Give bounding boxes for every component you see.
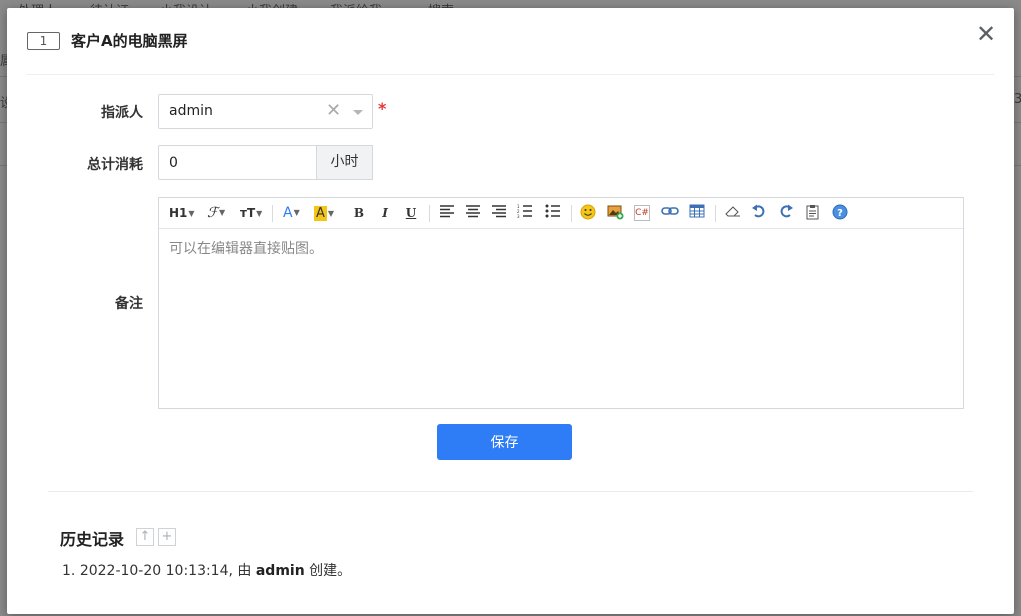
font-family-icon[interactable]: ℱ▼ bbox=[207, 204, 225, 222]
required-mark: * bbox=[378, 99, 387, 118]
table-icon[interactable] bbox=[689, 204, 705, 222]
emoji-icon[interactable] bbox=[580, 204, 596, 222]
chevron-down-icon[interactable] bbox=[353, 110, 363, 115]
history-title: 历史记录 bbox=[60, 530, 125, 549]
svg-text:3: 3 bbox=[517, 214, 520, 218]
plus-icon[interactable]: + bbox=[158, 528, 176, 546]
bold-icon[interactable]: B bbox=[351, 204, 367, 222]
unordered-list-icon[interactable] bbox=[545, 204, 561, 222]
id-badge: 1 bbox=[27, 32, 60, 50]
editor-placeholder[interactable]: 可以在编辑器直接贴图。 bbox=[169, 238, 323, 258]
assignee-value: admin bbox=[169, 103, 213, 119]
assignee-label: 指派人 bbox=[101, 105, 143, 121]
save-button[interactable]: 保存 bbox=[437, 424, 572, 460]
consumed-label: 总计消耗 bbox=[87, 157, 143, 173]
highlight-icon[interactable]: A ▼ bbox=[314, 204, 334, 222]
dialog-title: 客户A的电脑黑屏 bbox=[71, 32, 188, 50]
redo-icon[interactable] bbox=[778, 204, 794, 222]
code-icon[interactable]: C# bbox=[634, 205, 650, 221]
align-left-icon[interactable] bbox=[439, 204, 455, 222]
font-size-icon[interactable]: тT▼ bbox=[240, 204, 262, 222]
ordered-list-icon[interactable]: 123 bbox=[517, 204, 533, 222]
underline-icon[interactable]: U bbox=[403, 204, 419, 222]
heading-icon[interactable]: H1▼ bbox=[169, 204, 195, 222]
bg-fragment: 3 bbox=[1014, 92, 1021, 107]
image-icon[interactable] bbox=[607, 204, 624, 222]
editor-toolbar: H1▼ ℱ▼ тT▼ A▼ A ▼ B I U 123 C# ? bbox=[159, 198, 963, 229]
close-icon[interactable]: ✕ bbox=[974, 22, 998, 46]
undo-icon[interactable] bbox=[751, 204, 767, 222]
link-icon[interactable] bbox=[661, 204, 679, 222]
divider bbox=[48, 491, 973, 492]
eraser-icon[interactable] bbox=[724, 204, 741, 222]
align-center-icon[interactable] bbox=[465, 204, 481, 222]
paste-icon[interactable] bbox=[805, 204, 821, 222]
italic-icon[interactable]: I bbox=[377, 204, 393, 222]
history-item: 1. 2022-10-20 10:13:14, 由 admin 创建。 bbox=[62, 563, 352, 579]
history-user: admin bbox=[255, 563, 305, 579]
comment-label: 备注 bbox=[115, 296, 143, 312]
dialog-header: 1 客户A的电脑黑屏 ✕ bbox=[27, 8, 996, 75]
comment-editor[interactable]: H1▼ ℱ▼ тT▼ A▼ A ▼ B I U 123 C# ? 可以在编辑器直… bbox=[158, 197, 964, 409]
clear-icon[interactable]: ✕ bbox=[326, 100, 341, 121]
unit-addon: 小时 bbox=[316, 145, 373, 180]
help-icon[interactable]: ? bbox=[832, 204, 848, 222]
consumed-input[interactable] bbox=[158, 145, 316, 180]
assign-dialog: 1 客户A的电脑黑屏 ✕ 指派人 admin ✕ * 总计消耗 小时 备注 H1… bbox=[7, 8, 1014, 614]
assignee-select[interactable]: admin ✕ bbox=[158, 94, 373, 129]
svg-text:?: ? bbox=[837, 208, 843, 219]
align-right-icon[interactable] bbox=[491, 204, 507, 222]
arrow-up-icon[interactable]: ↑ bbox=[136, 528, 154, 546]
font-color-icon[interactable]: A▼ bbox=[283, 204, 300, 222]
